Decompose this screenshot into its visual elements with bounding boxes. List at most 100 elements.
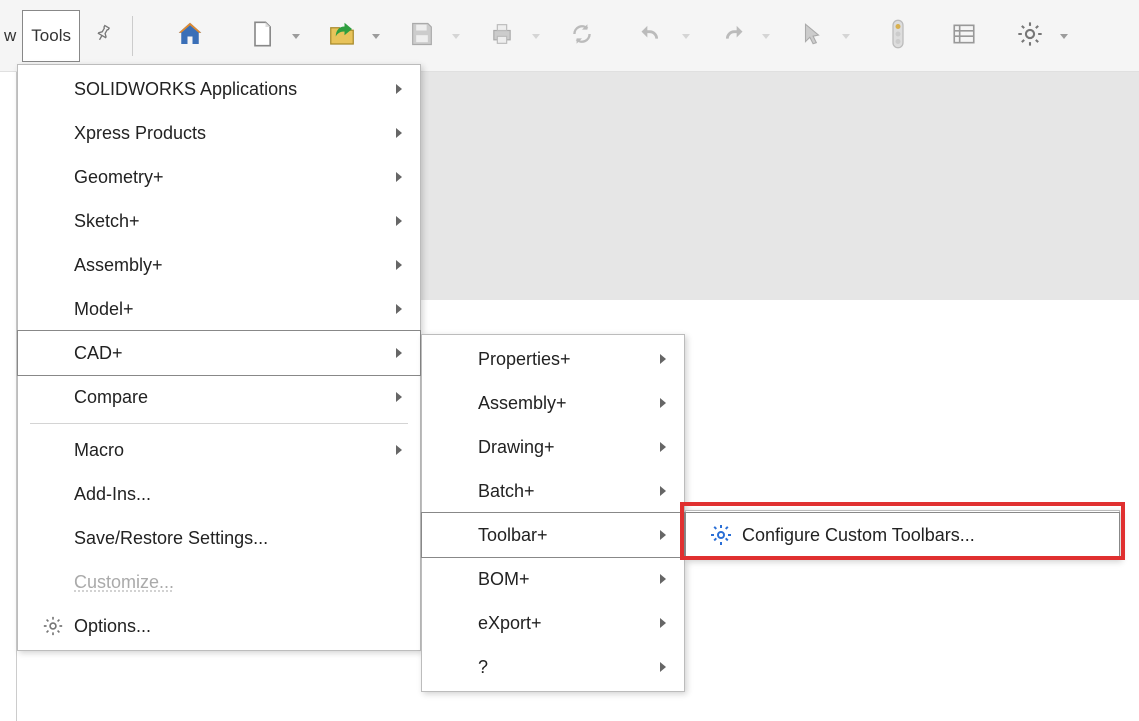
chevron-right-icon <box>656 573 670 585</box>
undo-icon <box>638 20 666 52</box>
chevron-right-icon <box>656 485 670 497</box>
chevron-right-icon <box>392 391 406 403</box>
settings-button[interactable] <box>1007 13 1053 59</box>
menu-item-properties[interactable]: Properties+ <box>422 337 684 381</box>
chevron-right-icon <box>392 215 406 227</box>
chevron-right-icon <box>656 397 670 409</box>
list-button[interactable] <box>941 13 987 59</box>
chevron-right-icon <box>656 617 670 629</box>
select-dropdown[interactable] <box>837 31 855 41</box>
menu-item-assembly[interactable]: Assembly+ <box>18 243 420 287</box>
menu-item-label: SOLIDWORKS Applications <box>74 79 392 100</box>
menu-item-toolbar[interactable]: Toolbar+ <box>422 513 684 557</box>
menu-item-options[interactable]: Options... <box>18 604 420 648</box>
menu-item-label: eXport+ <box>478 613 656 634</box>
save-icon <box>408 20 436 52</box>
menu-item-model[interactable]: Model+ <box>18 287 420 331</box>
print-button[interactable] <box>479 13 525 59</box>
new-file-icon <box>248 20 276 52</box>
menu-item-macro[interactable]: Macro <box>18 428 420 472</box>
redo-dropdown[interactable] <box>757 31 775 41</box>
chevron-right-icon <box>392 171 406 183</box>
chevron-right-icon <box>392 303 406 315</box>
menu-item-label: Assembly+ <box>478 393 656 414</box>
menu-item-configure-toolbars[interactable]: Configure Custom Toolbars... <box>686 513 1119 557</box>
menu-separator <box>30 423 408 424</box>
menu-item-label: Add-Ins... <box>74 484 406 505</box>
chevron-right-icon <box>656 353 670 365</box>
chevron-right-icon <box>656 529 670 541</box>
menu-item-label: ? <box>478 657 656 678</box>
open-dropdown[interactable] <box>367 31 385 41</box>
refresh-icon <box>569 21 595 51</box>
menu-item-label: Compare <box>74 387 392 408</box>
menu-item-bom[interactable]: BOM+ <box>422 557 684 601</box>
refresh-button[interactable] <box>559 13 605 59</box>
cursor-icon <box>799 21 825 51</box>
chevron-right-icon <box>392 259 406 271</box>
menu-item-solidworks-applications[interactable]: SOLIDWORKS Applications <box>18 67 420 111</box>
menubar-item-prev[interactable]: w <box>4 12 20 60</box>
chevron-right-icon <box>656 441 670 453</box>
gear-blue-icon <box>700 523 742 547</box>
menu-item-add-ins[interactable]: Add-Ins... <box>18 472 420 516</box>
chevron-right-icon <box>392 347 406 359</box>
menu-item-label: Toolbar+ <box>478 525 656 546</box>
traffic-button[interactable] <box>875 13 921 59</box>
save-dropdown[interactable] <box>447 31 465 41</box>
menu-item-label: Drawing+ <box>478 437 656 458</box>
tools-menu: SOLIDWORKS Applications Xpress ProductsGe… <box>17 64 421 651</box>
undo-button[interactable] <box>629 13 675 59</box>
menu-item-label: CAD+ <box>74 343 392 364</box>
menu-item-assembly[interactable]: Assembly+ <box>422 381 684 425</box>
menu-item-export[interactable]: eXport+ <box>422 601 684 645</box>
settings-dropdown[interactable] <box>1055 31 1073 41</box>
select-button[interactable] <box>789 13 835 59</box>
menu-item-label: Save/Restore Settings... <box>74 528 406 549</box>
print-dropdown[interactable] <box>527 31 545 41</box>
menu-item-label: Macro <box>74 440 392 461</box>
menu-item-item[interactable]: ? <box>422 645 684 689</box>
menu-item-sketch[interactable]: Sketch+ <box>18 199 420 243</box>
menu-item-compare[interactable]: Compare <box>18 375 420 419</box>
save-button[interactable] <box>399 13 445 59</box>
open-folder-icon <box>327 19 357 53</box>
gear-icon <box>32 615 74 637</box>
menu-item-label: Model+ <box>74 299 392 320</box>
open-button[interactable] <box>319 13 365 59</box>
menubar-item-tools[interactable]: Tools <box>22 10 80 62</box>
menu-item-label: Properties+ <box>478 349 656 370</box>
pin-icon <box>87 20 117 52</box>
menu-item-geometry[interactable]: Geometry+ <box>18 155 420 199</box>
menu-item-label: Assembly+ <box>74 255 392 276</box>
print-icon <box>488 20 516 52</box>
menu-item-label: Customize... <box>74 572 406 593</box>
pin-button[interactable] <box>82 12 122 60</box>
left-strip <box>0 72 17 721</box>
menu-item-save-restore-settings[interactable]: Save/Restore Settings... <box>18 516 420 560</box>
new-button[interactable] <box>239 13 285 59</box>
redo-button[interactable] <box>709 13 755 59</box>
home-button[interactable] <box>167 13 213 59</box>
chevron-right-icon <box>392 444 406 456</box>
menu-item-customize: Customize... <box>18 560 420 604</box>
menu-item-label: BOM+ <box>478 569 656 590</box>
menu-item-label: Batch+ <box>478 481 656 502</box>
main-toolbar: w Tools <box>0 0 1139 72</box>
menu-item-batch[interactable]: Batch+ <box>422 469 684 513</box>
cad-plus-menu: Properties+ Assembly+ Drawing+ Batch+ Toolba… <box>421 334 685 692</box>
menu-item-cad[interactable]: CAD+ <box>18 331 420 375</box>
home-icon <box>175 19 205 53</box>
menu-item-xpress-products[interactable]: Xpress Products <box>18 111 420 155</box>
redo-icon <box>718 20 746 52</box>
menu-item-label: Configure Custom Toolbars... <box>742 525 1105 546</box>
traffic-light-icon <box>887 19 909 53</box>
new-dropdown[interactable] <box>287 31 305 41</box>
menu-item-drawing[interactable]: Drawing+ <box>422 425 684 469</box>
undo-dropdown[interactable] <box>677 31 695 41</box>
chevron-right-icon <box>392 83 406 95</box>
gear-icon <box>1016 20 1044 52</box>
toolbar-separator <box>132 16 133 56</box>
toolbar-plus-menu: Configure Custom Toolbars... <box>685 510 1120 560</box>
chevron-right-icon <box>656 661 670 673</box>
